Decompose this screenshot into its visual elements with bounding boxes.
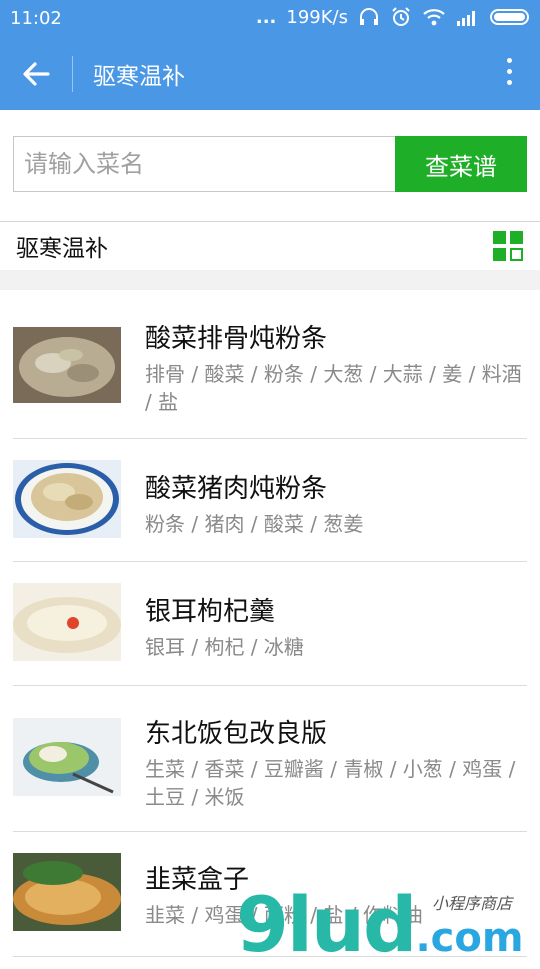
watermark-logo: 9lud.com 小程序商店 (236, 880, 524, 969)
section-title: 驱寒温补 (16, 236, 108, 262)
recipe-item[interactable]: 银耳枸杞羹 银耳 / 枸杞 / 冰糖 (13, 561, 527, 686)
app-bar-divider (72, 56, 73, 92)
recipe-item[interactable]: 东北饭包改良版 生菜 / 香菜 / 豆瓣酱 / 青椒 / 小葱 / 鸡蛋 / 土… (13, 685, 527, 832)
headset-icon (360, 8, 378, 25)
battery-icon (490, 9, 529, 25)
recipe-thumbnail (13, 718, 121, 796)
watermark-slogan: 小程序商店 (432, 894, 513, 913)
recipe-thumbnail (13, 853, 121, 931)
search-input[interactable] (13, 136, 404, 192)
app-bar: 驱寒温补 (0, 38, 540, 110)
grid-view-icon[interactable] (492, 230, 524, 262)
status-bar: 11:02 ... 199K/s (0, 0, 540, 38)
watermark-suffix: .com (415, 915, 524, 961)
recipe-thumbnail (13, 460, 121, 538)
wifi-icon (423, 9, 445, 26)
recipe-item[interactable]: 酸菜猪肉炖粉条 粉条 / 猪肉 / 酸菜 / 葱姜 (13, 438, 527, 562)
recipe-name: 东北饭包改良版 (145, 719, 328, 749)
more-notifications-icon: ... (255, 6, 277, 28)
recipe-ingredients: 银耳 / 枸杞 / 冰糖 (145, 635, 304, 659)
network-speed: 199K/s (286, 6, 348, 28)
recipe-thumbnail (13, 583, 121, 661)
recipe-ingredients: 排骨 / 酸菜 / 粉条 / 大葱 / 大蒜 / 姜 / 料酒 / 盐 (145, 362, 522, 414)
recipe-item[interactable]: 酸菜排骨炖粉条 排骨 / 酸菜 / 粉条 / 大葱 / 大蒜 / 姜 / 料酒 … (13, 290, 527, 439)
recipe-name: 酸菜排骨炖粉条 (145, 324, 328, 354)
more-options-icon[interactable] (504, 58, 514, 90)
back-arrow-icon[interactable] (20, 58, 52, 90)
status-time: 11:02 (10, 8, 62, 29)
search-bar: 查菜谱 (13, 136, 527, 192)
recipe-ingredients: 生菜 / 香菜 / 豆瓣酱 / 青椒 / 小葱 / 鸡蛋 / 土豆 / 米饭 (145, 757, 516, 809)
signal-icon (457, 11, 475, 26)
section-divider (0, 221, 540, 222)
recipe-name: 银耳枸杞羹 (145, 597, 276, 627)
page-title: 驱寒温补 (93, 64, 185, 90)
section-spacer (0, 270, 540, 290)
alarm-icon (392, 7, 410, 26)
watermark-main: 9lud (236, 880, 417, 969)
recipe-name: 酸菜猪肉炖粉条 (145, 474, 328, 504)
recipe-ingredients: 粉条 / 猪肉 / 酸菜 / 葱姜 (145, 512, 364, 536)
search-button[interactable]: 查菜谱 (395, 136, 527, 192)
recipe-name: 韭菜盒子 (145, 865, 250, 895)
recipe-thumbnail (13, 327, 121, 403)
